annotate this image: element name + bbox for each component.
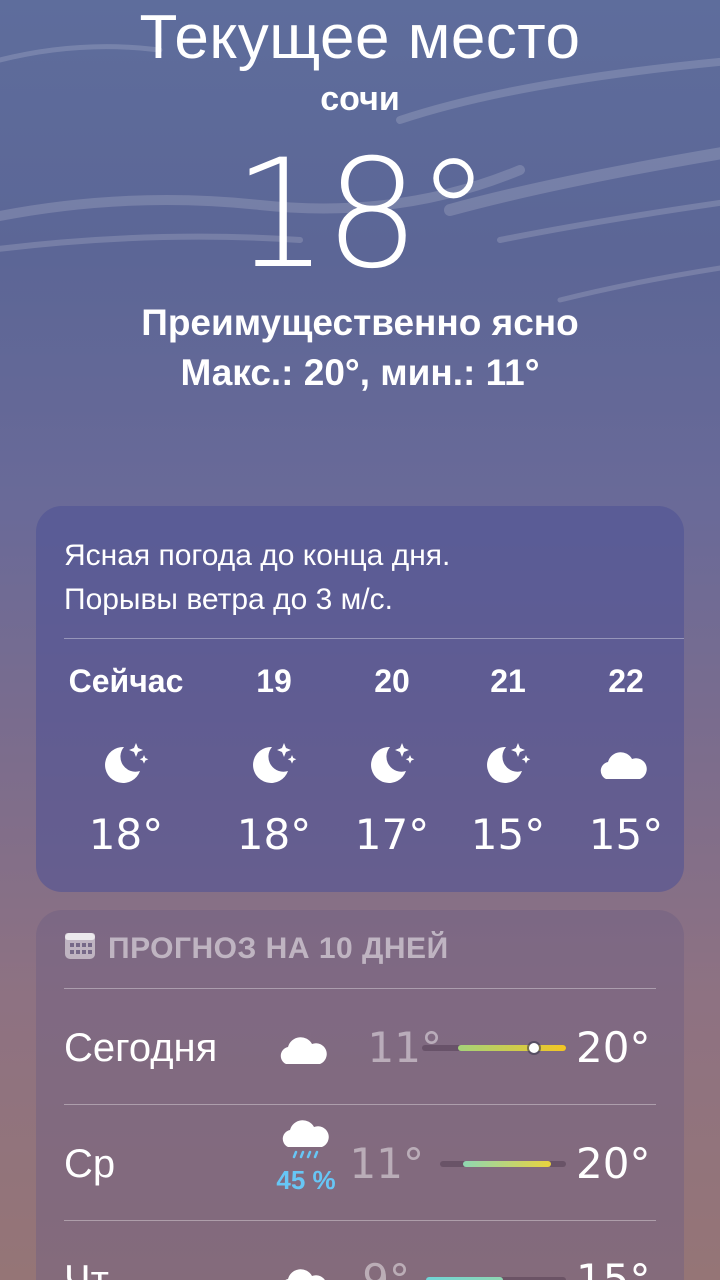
day-low: 9° [362,1255,410,1280]
divider [64,1220,656,1221]
current-temperature-dot [529,1043,540,1053]
moon-stars-icon [214,716,334,810]
day-label: Сегодня [64,1026,218,1070]
moon-stars-icon [66,716,186,810]
day-label: Ср [64,1142,116,1186]
hour-temperature: 15° [470,810,546,859]
temperature-range-fill [458,1045,566,1051]
hour-label: 21 [490,663,526,699]
day-row[interactable]: Сегодня 11° 20° [36,990,684,1106]
ten-day-header-label: ПРОГНОЗ НА 10 ДНЕЙ [108,932,449,965]
temperature-range-bar [440,1161,566,1167]
temperature-range-fill [462,1161,551,1167]
hour-label: Сейчас [68,663,184,699]
day-high: 20° [576,1139,651,1188]
high-low-temperature: Макс.: 20°, мин.: 11° [180,352,540,393]
cloud-moon-icon [566,716,686,810]
location-city: сочи [320,80,400,118]
summary-line-1: Ясная погода до конца дня. [64,539,451,572]
hour-item: 19 18° [214,656,334,859]
hourly-forecast-card[interactable]: Ясная погода до конца дня. Порывы ветра … [36,506,684,892]
current-temperature: 18° [233,128,491,302]
day-low: 11° [349,1139,424,1188]
day-label: Чт [64,1258,109,1280]
hour-item: 20 17° [332,656,452,859]
divider [64,1104,656,1105]
precipitation-chance: 45 % [276,1164,336,1195]
day-high: 20° [576,1023,651,1072]
hour-label: 20 [374,663,410,699]
summary-line-2: Порывы ветра до 3 м/с. [64,583,393,616]
day-row[interactable]: Ср 45 % 11° 20° [36,1106,684,1222]
moon-stars-icon [448,716,568,810]
hour-item: 21 15° [448,656,568,859]
hour-item: 22 15° [566,656,686,859]
calendar-icon [64,930,96,968]
moon-stars-icon [332,716,452,810]
ten-day-header: ПРОГНОЗ НА 10 ДНЕЙ [64,930,449,968]
ten-day-forecast-card[interactable]: ПРОГНОЗ НА 10 ДНЕЙ Сегодня 11° 20° Ср 45… [36,910,684,1280]
hour-label: 22 [608,663,644,699]
hour-label: 19 [256,663,292,699]
location-title: Текущее место [139,3,581,72]
divider [64,988,656,989]
hourly-list[interactable]: Сейчас 18° 19 18° 20 17° 21 15° 22 15° [36,656,684,876]
hour-item: Сейчас 18° [66,656,186,859]
forecast-summary: Ясная погода до конца дня. Порывы ветра … [64,534,654,622]
cloud-moon-icon [256,1006,356,1090]
day-row[interactable]: Чт 9° 15° [36,1222,684,1280]
hour-temperature: 18° [88,810,164,859]
hour-temperature: 17° [354,810,430,859]
hour-temperature: 15° [588,810,664,859]
day-high: 15° [576,1255,651,1280]
current-condition: Преимущественно ясно [141,302,579,343]
temperature-range-bar [422,1043,566,1053]
divider [64,638,684,639]
hour-temperature: 18° [236,810,312,859]
